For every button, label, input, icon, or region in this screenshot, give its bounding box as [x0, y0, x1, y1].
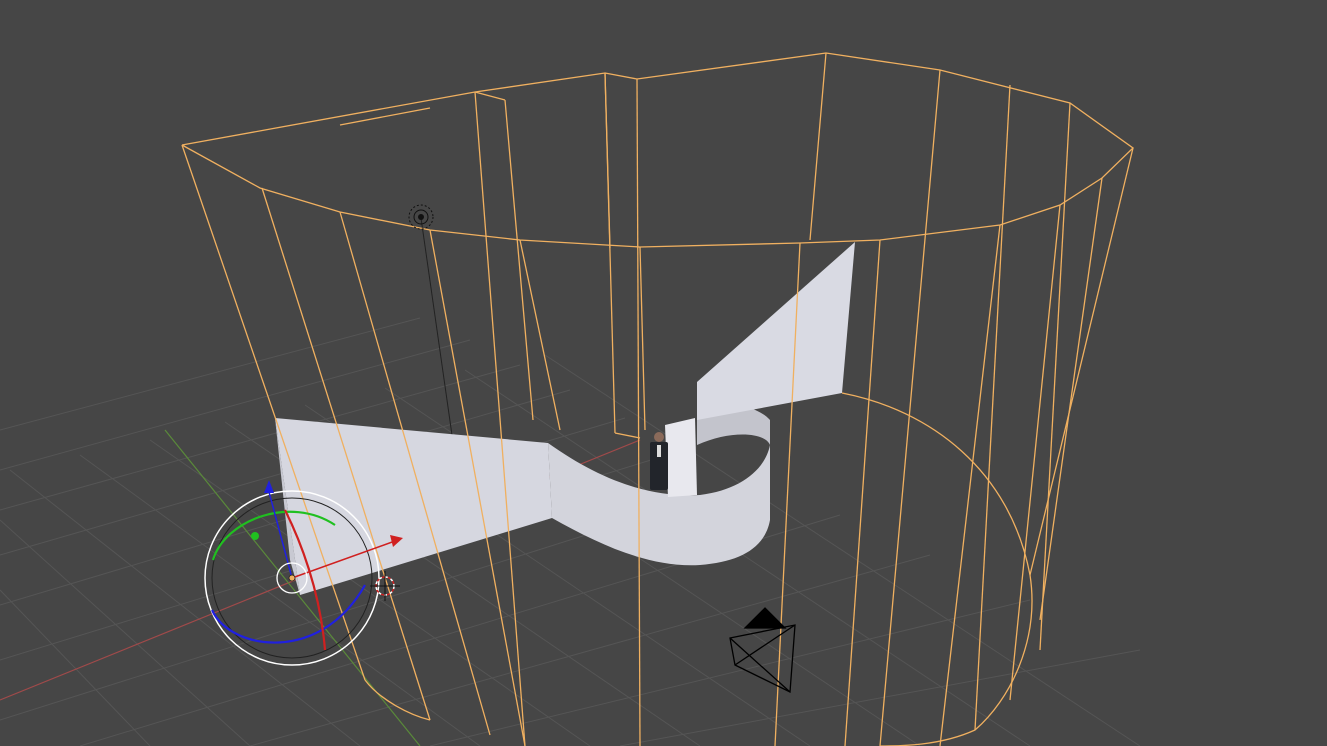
object-origin	[288, 574, 296, 582]
gizmo-y-handle[interactable]	[251, 532, 259, 540]
lamp-icon[interactable]	[408, 204, 434, 230]
right-wall-panel[interactable]	[697, 242, 855, 420]
back-panel[interactable]	[665, 418, 697, 497]
gizmo-z-ring[interactable]	[210, 584, 366, 644]
person-head	[654, 432, 664, 442]
3d-viewport[interactable]	[0, 0, 1327, 746]
camera-icon[interactable]	[729, 607, 796, 694]
viewport-canvas[interactable]	[0, 0, 1327, 746]
ground-grid	[0, 317, 1141, 746]
person-shirt	[657, 445, 661, 457]
person-cutout[interactable]	[650, 432, 668, 490]
gizmo-z-arrowhead[interactable]	[264, 480, 274, 493]
